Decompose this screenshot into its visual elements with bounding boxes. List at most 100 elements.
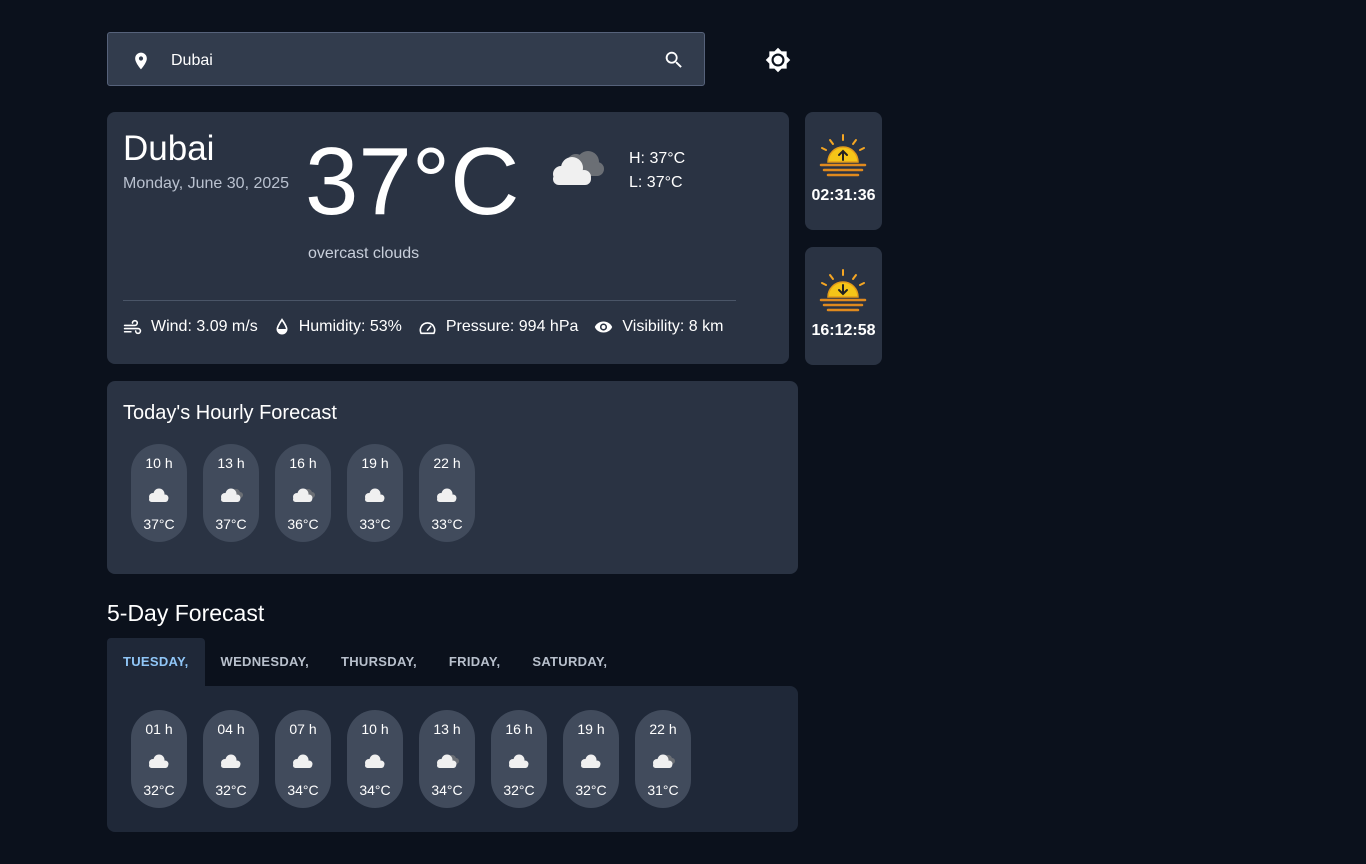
hour-label: 22 h bbox=[433, 455, 461, 471]
hour-temp: 32°C bbox=[503, 782, 535, 798]
wind-stat: Wind: 3.09 m/s bbox=[123, 318, 258, 336]
cloud-icon bbox=[149, 488, 169, 502]
day-tab[interactable]: Wednesday, bbox=[205, 638, 325, 686]
weather-icon-wrap bbox=[577, 752, 605, 773]
weather-icon-wrap bbox=[217, 486, 245, 507]
forecast-hour-list: 01 h 32°C 04 h 32°C 07 h 34°C 10 h 34°C 13 h 34°C… bbox=[131, 710, 707, 808]
cloud-icon bbox=[437, 488, 457, 502]
search-input[interactable] bbox=[169, 47, 653, 75]
hourly-forecast-card: Today's Hourly Forecast 10 h 37°C 13 h 37°C… bbox=[107, 381, 798, 574]
day-tab[interactable]: Friday, bbox=[433, 638, 516, 686]
hour-temp: 34°C bbox=[287, 782, 319, 798]
weather-icon-wrap bbox=[433, 486, 461, 507]
day-tab[interactable]: Tuesday, bbox=[107, 638, 205, 686]
low-temp: L: 37°C bbox=[629, 174, 683, 191]
visibility-stat: Visibility: 8 km bbox=[594, 318, 723, 336]
hour-label: 19 h bbox=[577, 721, 605, 737]
search-icon[interactable] bbox=[663, 49, 685, 71]
broken-clouds-icon bbox=[221, 488, 243, 502]
hourly-forecast-title: Today's Hourly Forecast bbox=[123, 402, 337, 424]
hourly-forecast-item: 19 h 33°C bbox=[347, 444, 403, 542]
hour-temp: 34°C bbox=[431, 782, 463, 798]
pressure-label: Pressure: 994 hPa bbox=[445, 318, 579, 335]
humidity-label: Humidity: 53% bbox=[298, 318, 402, 335]
cloud-icon bbox=[149, 754, 169, 768]
wind-icon bbox=[123, 319, 142, 335]
hour-label: 10 h bbox=[361, 721, 389, 737]
forecast-hour-item: 22 h 31°C bbox=[635, 710, 691, 808]
sunrise-time: 02:31:36 bbox=[811, 187, 876, 204]
current-date: Monday, June 30, 2025 bbox=[123, 175, 290, 192]
visibility-label: Visibility: 8 km bbox=[622, 318, 724, 335]
weather-icon-wrap bbox=[289, 752, 317, 773]
cloud-icon bbox=[293, 754, 313, 768]
cloud-icon bbox=[365, 488, 385, 502]
hour-temp: 36°C bbox=[287, 516, 319, 532]
forecast-hour-item: 16 h 32°C bbox=[491, 710, 547, 808]
location-pin-icon bbox=[135, 52, 147, 70]
forecast-hour-item: 13 h 34°C bbox=[419, 710, 475, 808]
five-day-forecast-title: 5-Day Forecast bbox=[107, 600, 265, 626]
humidity-icon bbox=[276, 318, 288, 335]
weather-icon-wrap bbox=[145, 752, 173, 773]
forecast-hour-item: 10 h 34°C bbox=[347, 710, 403, 808]
hour-temp: 33°C bbox=[431, 516, 463, 532]
hour-label: 04 h bbox=[217, 721, 245, 737]
city-name: Dubai bbox=[123, 129, 215, 168]
weather-icon-wrap bbox=[145, 486, 173, 507]
hour-label: 13 h bbox=[217, 455, 245, 471]
eye-icon bbox=[595, 321, 613, 333]
high-low-temps: H: 37°C L: 37°C bbox=[629, 147, 685, 195]
sunset-time: 16:12:58 bbox=[811, 322, 876, 339]
weather-icon-wrap bbox=[217, 752, 245, 773]
weather-icon-wrap bbox=[505, 752, 533, 773]
hour-label: 19 h bbox=[361, 455, 389, 471]
day-tab[interactable]: Saturday, bbox=[516, 638, 623, 686]
current-weather-card: Dubai Monday, June 30, 2025 37°C overcas… bbox=[107, 112, 789, 364]
weather-icon-wrap bbox=[361, 752, 389, 773]
hour-label: 10 h bbox=[145, 455, 173, 471]
hourly-forecast-item: 16 h 36°C bbox=[275, 444, 331, 542]
hour-label: 22 h bbox=[649, 721, 677, 737]
day-tab[interactable]: Thursday, bbox=[325, 638, 433, 686]
hourly-forecast-item: 10 h 37°C bbox=[131, 444, 187, 542]
forecast-hour-item: 19 h 32°C bbox=[563, 710, 619, 808]
cloud-icon bbox=[365, 754, 385, 768]
weather-icon-wrap bbox=[289, 486, 317, 507]
hourly-forecast-item: 22 h 33°C bbox=[419, 444, 475, 542]
hour-temp: 32°C bbox=[575, 782, 607, 798]
hour-temp: 37°C bbox=[215, 516, 247, 532]
hourly-forecast-item: 13 h 37°C bbox=[203, 444, 259, 542]
hour-label: 07 h bbox=[289, 721, 317, 737]
hour-label: 16 h bbox=[505, 721, 533, 737]
sunrise-card: 02:31:36 bbox=[805, 112, 882, 230]
broken-clouds-icon bbox=[293, 488, 315, 502]
overcast-clouds-icon bbox=[553, 151, 604, 185]
broken-clouds-icon bbox=[437, 754, 459, 768]
pressure-stat: Pressure: 994 hPa bbox=[418, 318, 579, 336]
cloud-icon bbox=[509, 754, 529, 768]
forecast-hour-item: 07 h 34°C bbox=[275, 710, 331, 808]
hour-label: 16 h bbox=[289, 455, 317, 471]
theme-toggle-icon[interactable] bbox=[765, 47, 791, 73]
weather-icon-wrap bbox=[361, 486, 389, 507]
humidity-stat: Humidity: 53% bbox=[274, 318, 402, 336]
weather-icon-wrap bbox=[649, 752, 677, 773]
hour-temp: 33°C bbox=[359, 516, 391, 532]
sunset-icon bbox=[819, 269, 867, 312]
hourly-forecast-list: 10 h 37°C 13 h 37°C 16 h 36°C 19 h 33°C 22 h 33°C bbox=[131, 444, 491, 542]
hour-temp: 37°C bbox=[143, 516, 175, 532]
cloud-icon bbox=[581, 754, 601, 768]
hour-label: 01 h bbox=[145, 721, 173, 737]
gauge-icon bbox=[419, 322, 436, 335]
cloud-icon bbox=[221, 754, 241, 768]
current-temperature: 37°C bbox=[305, 128, 520, 235]
forecast-hour-item: 01 h 32°C bbox=[131, 710, 187, 808]
day-tabs: Tuesday, Wednesday, Thursday, Friday, Saturd… bbox=[107, 638, 623, 686]
weather-icon-wrap bbox=[433, 752, 461, 773]
forecast-panel: 01 h 32°C 04 h 32°C 07 h 34°C 10 h 34°C 13 h 34°C… bbox=[107, 686, 798, 832]
hour-label: 13 h bbox=[433, 721, 461, 737]
hour-temp: 32°C bbox=[215, 782, 247, 798]
broken-clouds-icon bbox=[653, 754, 675, 768]
divider bbox=[123, 300, 736, 301]
